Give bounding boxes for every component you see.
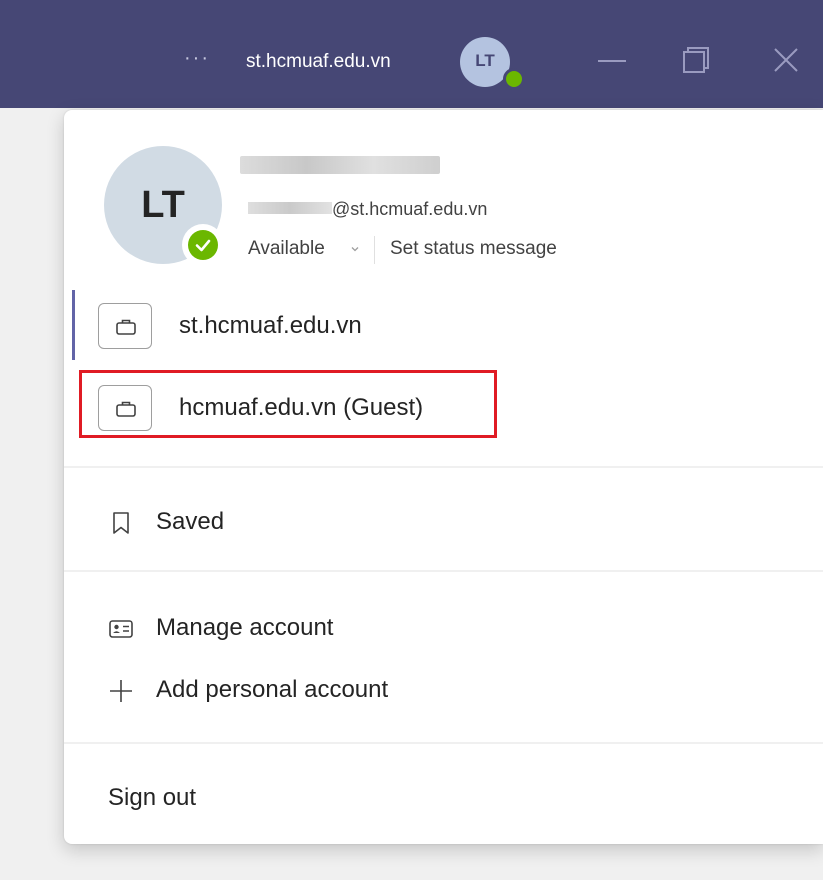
highlight-box [79, 370, 497, 438]
manage-account-label: Manage account [156, 614, 334, 641]
status-available-icon [182, 224, 224, 266]
briefcase-icon [116, 319, 136, 335]
status-divider [374, 236, 375, 264]
sign-out-label: Sign out [108, 784, 197, 811]
status-dropdown[interactable]: Available [248, 236, 325, 262]
saved-menu-item[interactable]: Saved [64, 496, 823, 548]
add-personal-account-label: Add personal account [156, 676, 389, 703]
email-domain: @st.hcmuaf.edu.vn [332, 199, 488, 219]
close-icon[interactable] [770, 44, 802, 76]
org-label: st.hcmuaf.edu.vn [179, 312, 362, 339]
org-item-st-hcmuaf[interactable]: st.hcmuaf.edu.vn [64, 290, 823, 360]
account-flyout: LT @st.hcmuaf.edu.vn Available Set statu… [64, 110, 823, 844]
divider [64, 742, 823, 744]
title-bar: ··· st.hcmuaf.edu.vn LT [0, 0, 823, 108]
plus-icon [110, 680, 132, 702]
minimize-icon[interactable] [598, 60, 626, 62]
org-icon-box [98, 303, 152, 349]
bookmark-icon [113, 512, 129, 534]
display-name-redacted [240, 156, 440, 174]
manage-account-menu-item[interactable]: Manage account [64, 602, 823, 654]
divider [64, 466, 823, 468]
add-personal-account-menu-item[interactable]: Add personal account [64, 664, 823, 716]
current-org-name[interactable]: st.hcmuaf.edu.vn [246, 50, 391, 74]
active-org-indicator [72, 290, 75, 360]
divider [64, 570, 823, 572]
contact-card-icon [109, 620, 133, 638]
more-options-button[interactable]: ··· [184, 48, 210, 68]
email-user-redacted [248, 202, 332, 214]
titlebar-status-available-icon [503, 68, 525, 90]
set-status-message-link[interactable]: Set status message [390, 236, 557, 262]
sign-out-menu-item[interactable]: Sign out [64, 772, 823, 824]
chevron-down-icon[interactable] [350, 244, 360, 254]
maximize-icon[interactable] [682, 46, 710, 74]
saved-label: Saved [156, 508, 225, 535]
